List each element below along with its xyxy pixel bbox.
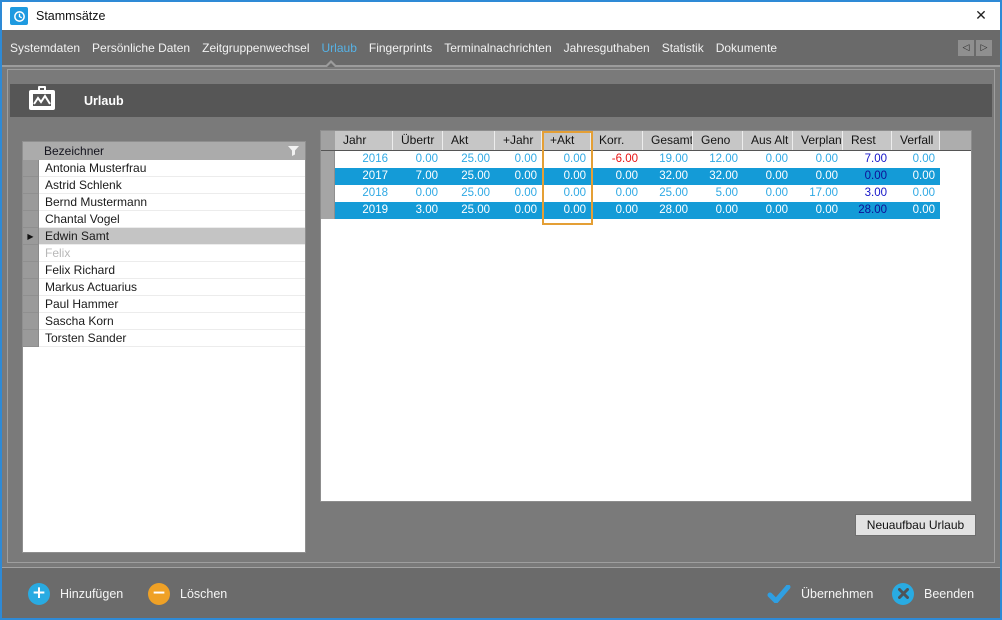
title-bar: Stammsätze ✕ bbox=[2, 2, 1000, 30]
col-header-verfall[interactable]: Verfall bbox=[892, 131, 940, 150]
plus-icon: + bbox=[28, 583, 50, 605]
grid-corner-cell[interactable] bbox=[321, 131, 335, 150]
stammsaetze-window: Stammsätze ✕ Systemdaten Persönliche Dat… bbox=[0, 0, 1002, 620]
list-item[interactable]: Astrid Schlenk bbox=[23, 177, 305, 194]
table-row-2019-selected[interactable]: 2019 3.00 25.00 0.00 0.00 0.00 28.00 0.0… bbox=[321, 202, 971, 219]
list-item[interactable]: Bernd Mustermann bbox=[23, 194, 305, 211]
col-header-uebertr[interactable]: Übertr bbox=[393, 131, 443, 150]
vacation-grid: Jahr Übertr Akt +Jahr +Akt Korr. Gesamt … bbox=[320, 130, 972, 502]
col-header-geno[interactable]: Geno bbox=[693, 131, 743, 150]
close-icon[interactable]: ✕ bbox=[970, 8, 992, 24]
tab-systemdaten[interactable]: Systemdaten bbox=[10, 41, 80, 55]
tab-scroll-right-icon[interactable]: ▷ bbox=[976, 40, 992, 56]
add-button[interactable]: + Hinzufügen bbox=[28, 568, 123, 619]
bottom-action-bar: + Hinzufügen − Löschen Übernehmen Beende… bbox=[2, 567, 1000, 618]
page-title: Urlaub bbox=[84, 94, 124, 108]
list-item[interactable]: Markus Actuarius bbox=[23, 279, 305, 296]
list-item-disabled[interactable]: Felix bbox=[23, 245, 305, 262]
apply-button[interactable]: Übernehmen bbox=[767, 568, 873, 619]
filter-funnel-icon[interactable] bbox=[288, 146, 299, 156]
tab-terminalnachrichten[interactable]: Terminalnachrichten bbox=[444, 41, 551, 55]
badge-card-icon bbox=[27, 85, 57, 117]
tab-urlaub[interactable]: Urlaub bbox=[322, 41, 357, 55]
list-item[interactable]: Paul Hammer bbox=[23, 296, 305, 313]
minus-icon: − bbox=[148, 583, 170, 605]
col-header-verplant[interactable]: Verplant bbox=[793, 131, 843, 150]
tab-zeitgruppenwechsel[interactable]: Zeitgruppenwechsel bbox=[202, 41, 309, 55]
list-item-selected[interactable]: ▶Edwin Samt bbox=[23, 228, 305, 245]
col-header-plusakt[interactable]: +Akt bbox=[542, 131, 591, 150]
list-item[interactable]: Torsten Sander bbox=[23, 330, 305, 347]
person-list-panel: Bezeichner Antonia Musterfrau Astrid Sch… bbox=[22, 141, 306, 553]
table-row-2017-selected[interactable]: 2017 7.00 25.00 0.00 0.00 0.00 32.00 32.… bbox=[321, 168, 971, 185]
tab-statistik[interactable]: Statistik bbox=[662, 41, 704, 55]
rebuild-vacation-button[interactable]: Neuaufbau Urlaub bbox=[855, 514, 976, 536]
list-item[interactable]: Chantal Vogel bbox=[23, 211, 305, 228]
tab-dokumente[interactable]: Dokumente bbox=[716, 41, 777, 55]
app-clock-icon bbox=[10, 7, 28, 25]
col-header-korr[interactable]: Korr. bbox=[591, 131, 643, 150]
list-item[interactable]: Antonia Musterfrau bbox=[23, 160, 305, 177]
col-header-gesamt[interactable]: Gesamt bbox=[643, 131, 693, 150]
grid-header-filler bbox=[940, 131, 971, 150]
table-row-2018[interactable]: 2018 0.00 25.00 0.00 0.00 0.00 25.00 5.0… bbox=[321, 185, 971, 202]
tab-scroll-left-icon[interactable]: ◁ bbox=[958, 40, 974, 56]
col-header-akt[interactable]: Akt bbox=[443, 131, 495, 150]
tab-jahresguthaben[interactable]: Jahresguthaben bbox=[564, 41, 650, 55]
col-header-ausalt[interactable]: Aus Alt bbox=[743, 131, 793, 150]
list-item[interactable]: Sascha Korn bbox=[23, 313, 305, 330]
page-header-band: Urlaub bbox=[10, 84, 992, 117]
window-title: Stammsätze bbox=[36, 9, 105, 23]
grid-header-row: Jahr Übertr Akt +Jahr +Akt Korr. Gesamt … bbox=[321, 131, 971, 151]
col-header-plusjahr[interactable]: +Jahr bbox=[495, 131, 542, 150]
quit-button[interactable]: Beenden bbox=[892, 568, 974, 619]
row-marker-icon: ▶ bbox=[23, 228, 39, 245]
col-header-rest[interactable]: Rest bbox=[843, 131, 892, 150]
tab-scroll-buttons: ◁ ▷ bbox=[958, 40, 992, 56]
delete-button[interactable]: − Löschen bbox=[148, 568, 227, 619]
tab-bar: Systemdaten Persönliche Daten Zeitgruppe… bbox=[2, 30, 1000, 67]
table-row-2016[interactable]: 2016 0.00 25.00 0.00 0.00 -6.00 19.00 12… bbox=[321, 151, 971, 168]
checkmark-icon bbox=[767, 585, 791, 603]
close-circle-icon bbox=[892, 583, 914, 605]
list-item[interactable]: Felix Richard bbox=[23, 262, 305, 279]
person-list-header[interactable]: Bezeichner bbox=[23, 142, 305, 160]
col-header-jahr[interactable]: Jahr bbox=[335, 131, 393, 150]
tab-persoenliche-daten[interactable]: Persönliche Daten bbox=[92, 41, 190, 55]
person-list-header-label: Bezeichner bbox=[44, 144, 104, 158]
tab-fingerprints[interactable]: Fingerprints bbox=[369, 41, 432, 55]
